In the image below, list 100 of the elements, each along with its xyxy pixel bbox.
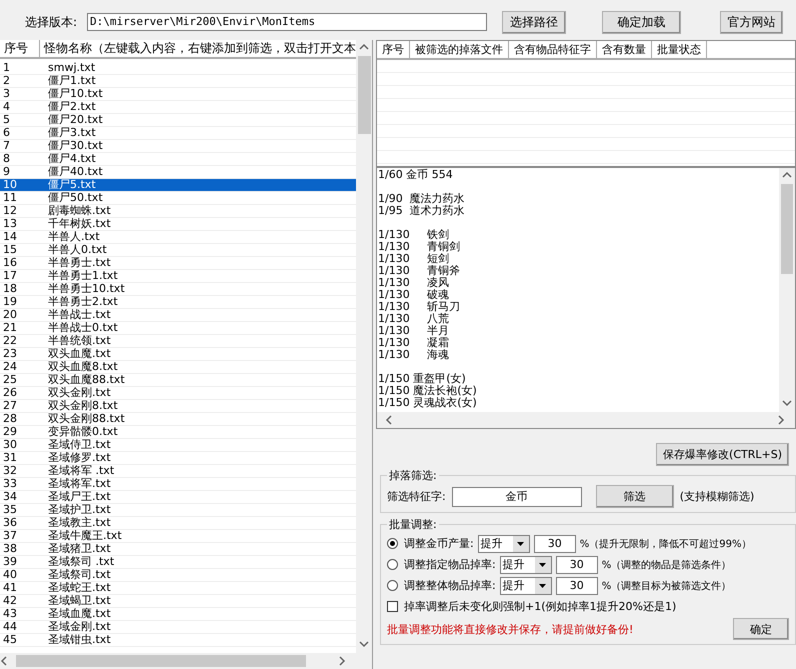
list-row[interactable]: 32 圣域将军 .txt [0,465,356,478]
column-header[interactable]: 批量状态 [652,41,707,58]
confirm-button[interactable]: 确定 [733,618,789,640]
list-row[interactable]: 6 僵尸3.txt [0,127,356,140]
row-number: 25 [2,374,18,386]
row-number: 6 [2,127,11,139]
scroll-thumb[interactable] [16,655,306,667]
file-name: 圣域蛇王.txt [47,582,111,594]
list-row[interactable]: 39 圣域祭司 .txt [0,556,356,569]
list-row[interactable]: 5 僵尸20.txt [0,114,356,127]
radio-button[interactable] [387,538,398,549]
scroll-thumb[interactable] [358,56,370,134]
list-row[interactable]: 11 僵尸50.txt [0,192,356,205]
save-button[interactable]: 保存爆率修改(CTRL+S) [656,443,789,466]
column-header[interactable]: 含有数量 [597,41,652,58]
column-header[interactable]: 序号 [0,40,40,57]
list-row[interactable]: 1 smwj.txt [0,62,356,75]
scroll-down-icon[interactable] [782,399,792,409]
list-row[interactable]: 3 僵尸10.txt [0,88,356,101]
row-number: 33 [2,478,18,490]
list-row[interactable]: 17 半兽勇士1.txt [0,270,356,283]
list-row[interactable]: 37 圣域牛魔王.txt [0,530,356,543]
list-row[interactable]: 36 圣域教主.txt [0,517,356,530]
amount-field[interactable]: 30 [556,556,598,574]
list-row[interactable]: 22 半兽统领.txt [0,335,356,348]
drop-line: 1/130 凝霜 [378,337,450,349]
dropdown-arrow-icon [539,562,546,566]
list-row[interactable]: 24 双头血魔8.txt [0,361,356,374]
file-name: 双头金刚.txt [47,387,111,399]
toolbar-button[interactable]: 确定加载 [602,10,681,34]
scroll-thumb[interactable] [781,184,793,274]
scroll-right-icon[interactable] [338,656,348,666]
list-row[interactable]: 43 圣域血魔.txt [0,608,356,621]
row-number: 44 [2,621,18,633]
scroll-down-icon[interactable] [359,640,369,650]
file-name: 僵尸1.txt [47,75,96,87]
list-row[interactable]: 44 圣域金刚.txt [0,621,356,634]
list-row[interactable]: 31 圣域修罗.txt [0,452,356,465]
option-label: 调整指定物品掉率: [404,557,496,572]
list-row[interactable]: 10 僵尸5.txt [0,179,356,192]
file-name: 僵尸40.txt [47,166,103,178]
list-row[interactable]: 20 半兽战士.txt [0,309,356,322]
list-row[interactable]: 8 僵尸4.txt [0,153,356,166]
radio-button[interactable] [387,580,398,591]
list-row[interactable]: 7 僵尸30.txt [0,140,356,153]
scrollbar[interactable] [779,168,795,412]
list-row[interactable]: 35 圣域护卫.txt [0,504,356,517]
column-header[interactable]: 序号 [377,41,410,58]
mode-dropdown[interactable]: 提升 [500,556,552,574]
toolbar-button[interactable]: 官方网站 [720,10,783,34]
row-number: 26 [2,387,18,399]
file-name: 圣域将军.txt [47,478,111,490]
list-row[interactable]: 29 变异骷髅0.txt [0,426,356,439]
amount-field[interactable]: 30 [534,534,576,552]
list-row[interactable]: 34 圣域尸王.txt [0,491,356,504]
mode-dropdown[interactable]: 提升 [500,576,552,594]
list-row[interactable]: 13 千年树妖.txt [0,218,356,231]
list-row[interactable]: 19 半兽勇士2.txt [0,296,356,309]
path-field[interactable]: D:\mirserver\Mir200\Envir\MonItems [87,13,487,31]
row-number: 37 [2,530,18,542]
list-row[interactable]: 27 双头金刚8.txt [0,400,356,413]
file-name: 圣域牛魔王.txt [47,530,122,542]
list-row[interactable]: 38 圣域猪卫.txt [0,543,356,556]
list-row[interactable]: 14 半兽人.txt [0,231,356,244]
mode-dropdown[interactable]: 提升 [478,534,530,552]
column-header[interactable]: 怪物名称（左键载入内容，右键添加到筛选，双击打开文本 [40,40,356,57]
file-name: 僵尸10.txt [47,88,103,100]
list-row[interactable]: 23 双头血魔.txt [0,348,356,361]
list-row[interactable]: 15 半兽人0.txt [0,244,356,257]
keyword-field[interactable]: 金币 [452,486,582,506]
list-row[interactable]: 21 半兽战士0.txt [0,322,356,335]
list-row[interactable]: 33 圣域将军.txt [0,478,356,491]
list-row[interactable]: 16 半兽勇士.txt [0,257,356,270]
row-number: 7 [2,140,11,152]
filter-button[interactable]: 筛选 [596,485,674,508]
column-header[interactable]: 被筛选的掉落文件 [410,41,509,58]
scroll-right-icon[interactable] [777,415,787,425]
file-name: 圣域金刚.txt [47,621,111,633]
list-row[interactable]: 41 圣域蛇王.txt [0,582,356,595]
row-number: 23 [2,348,18,360]
checkbox[interactable] [387,601,398,612]
list-row[interactable]: 28 双头金刚88.txt [0,413,356,426]
radio-button[interactable] [387,559,398,570]
list-row[interactable]: 18 半兽勇士10.txt [0,283,356,296]
drop-line: 1/130 破魂 [378,289,450,301]
row-number: 19 [2,296,18,308]
scrollbar[interactable] [0,653,372,669]
list-row[interactable]: 40 圣域祭司.txt [0,569,356,582]
list-row[interactable]: 4 僵尸2.txt [0,101,356,114]
list-row[interactable]: 26 双头金刚.txt [0,387,356,400]
list-row[interactable]: 2 僵尸1.txt [0,75,356,88]
list-row[interactable]: 42 圣域蝎卫.txt [0,595,356,608]
amount-field[interactable]: 30 [556,576,598,594]
scrollbar[interactable] [377,412,795,428]
list-row[interactable]: 12 剧毒蜘蛛.txt [0,205,356,218]
column-header[interactable]: 含有物品特征字 [509,41,597,58]
list-row[interactable]: 45 圣域钳虫.txt [0,634,356,647]
list-row[interactable]: 30 圣域侍卫.txt [0,439,356,452]
toolbar-button[interactable]: 选择路径 [502,10,566,34]
list-row[interactable]: 25 双头血魔88.txt [0,374,356,387]
